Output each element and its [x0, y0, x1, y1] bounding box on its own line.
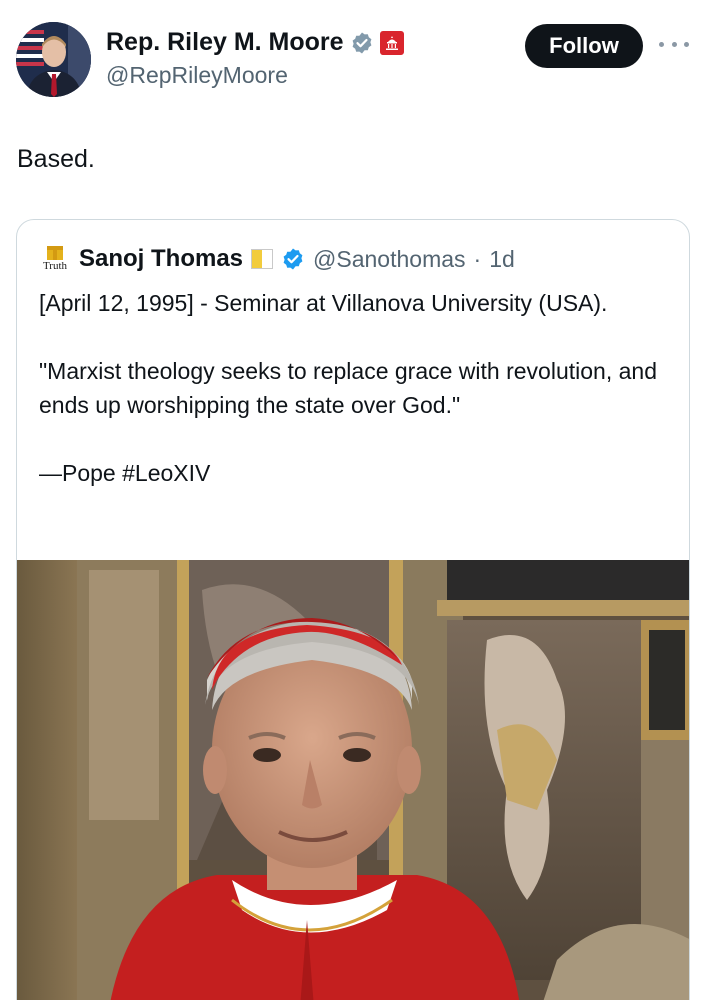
- author-avatar-image: [16, 22, 91, 97]
- quoted-post-card[interactable]: Truth Sanoj Thomas @Sanothomas · 1d [Apr…: [16, 219, 690, 1000]
- verified-grey-icon: [350, 31, 374, 55]
- quote-avatar-text: Truth: [42, 260, 68, 272]
- quote-avatar[interactable]: Truth: [39, 243, 71, 275]
- vatican-flag-icon: [251, 249, 274, 269]
- quote-line-attribution: —Pope #LeoXIV: [39, 460, 211, 486]
- separator-dot: ·: [473, 245, 482, 272]
- verified-blue-icon: [281, 247, 305, 271]
- quote-timestamp[interactable]: 1d: [489, 246, 515, 273]
- quote-author-handle[interactable]: @Sanothomas: [313, 246, 466, 273]
- cardinal-photo: [17, 560, 689, 1000]
- more-dots-icon[interactable]: [659, 34, 689, 54]
- post-header: Rep. Riley M. Moore @RepRileyMoore Follo…: [0, 0, 706, 110]
- post-text: Based.: [17, 145, 95, 173]
- author-name-row: Rep. Riley M. Moore: [106, 28, 404, 57]
- quote-photo[interactable]: [17, 560, 689, 1000]
- truth-logo-icon: [47, 246, 63, 260]
- follow-button[interactable]: Follow: [525, 24, 643, 68]
- dot: [684, 41, 689, 47]
- author-handle[interactable]: @RepRileyMoore: [106, 62, 288, 89]
- quote-header: Truth Sanoj Thomas @Sanothomas · 1d: [39, 242, 515, 276]
- capitol-badge-icon: [379, 30, 404, 55]
- dot: [659, 41, 664, 47]
- quote-line-date: [April 12, 1995] - Seminar at Villanova …: [39, 290, 608, 316]
- quote-body: [April 12, 1995] - Seminar at Villanova …: [39, 286, 669, 490]
- dot: [671, 41, 677, 47]
- quote-author-name[interactable]: Sanoj Thomas: [79, 245, 243, 273]
- author-name[interactable]: Rep. Riley M. Moore: [106, 28, 344, 57]
- quote-line-statement: "Marxist theology seeks to replace grace…: [39, 358, 657, 418]
- author-avatar[interactable]: [16, 22, 91, 97]
